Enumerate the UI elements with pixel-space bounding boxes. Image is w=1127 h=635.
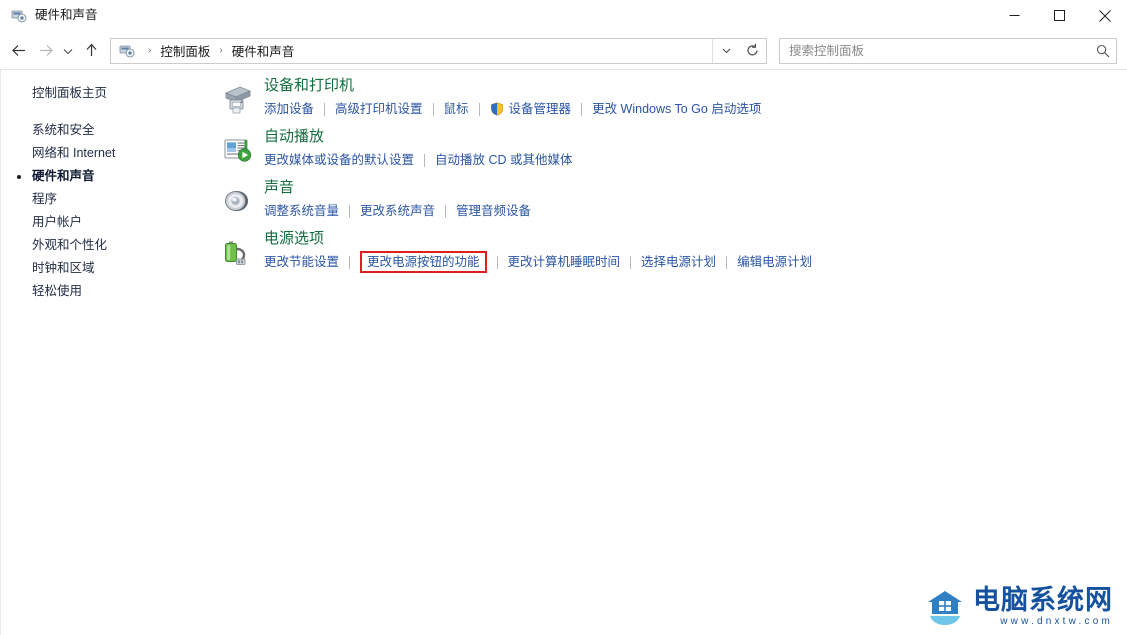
refresh-button[interactable] xyxy=(739,37,767,64)
breadcrumb-item-control-panel[interactable]: 控制面板 xyxy=(158,41,212,60)
link-windows-to-go-startup-options[interactable]: 更改 Windows To Go 启动选项 xyxy=(592,101,761,117)
section-links: 调整系统音量 更改系统声音 管理音频设备 xyxy=(264,201,531,221)
section-body: 设备和打印机 添加设备 高级打印机设置 鼠标 设备管理器 更改 Windows … xyxy=(264,76,761,119)
sound-icon xyxy=(218,182,256,220)
link-separator xyxy=(349,255,351,269)
link-separator xyxy=(496,255,498,269)
watermark-url: www.dnxtw.com xyxy=(1000,616,1113,627)
sidebar-item-control-panel-home[interactable]: 控制面板主页 xyxy=(0,82,205,105)
window-title: 硬件和声音 xyxy=(35,8,98,23)
sidebar-item-label: 外观和个性化 xyxy=(32,238,108,253)
link-choose-power-plan[interactable]: 选择电源计划 xyxy=(641,254,716,270)
link-advanced-printer-settings[interactable]: 高级打印机设置 xyxy=(335,101,423,117)
sidebar-item-programs[interactable]: 程序 xyxy=(0,188,205,211)
section-body: 自动播放 更改媒体或设备的默认设置 自动播放 CD 或其他媒体 xyxy=(264,127,573,170)
link-choose-what-power-buttons-do[interactable]: 更改电源按钮的功能 xyxy=(360,251,487,273)
link-separator xyxy=(324,102,326,116)
link-separator xyxy=(630,255,632,269)
link-change-system-sounds[interactable]: 更改系统声音 xyxy=(360,203,435,219)
sidebar-item-label: 网络和 Internet xyxy=(32,146,116,161)
link-change-default-settings-for-media-or-devices[interactable]: 更改媒体或设备的默认设置 xyxy=(264,152,414,168)
sidebar-item-clock-and-region[interactable]: 时钟和区域 xyxy=(0,257,205,280)
section-links: 更改节能设置 更改电源按钮的功能 更改计算机睡眠时间 选择电源计划 编辑电源计划 xyxy=(264,251,812,273)
section-links: 更改媒体或设备的默认设置 自动播放 CD 或其他媒体 xyxy=(264,150,573,170)
chevron-down-icon[interactable] xyxy=(712,38,739,63)
search-input[interactable] xyxy=(780,42,1090,59)
breadcrumb-separator: › xyxy=(148,44,152,56)
section-body: 电源选项 更改节能设置 更改电源按钮的功能 更改计算机睡眠时间 选择电源计划 编… xyxy=(264,229,812,273)
maximize-button[interactable] xyxy=(1037,0,1082,31)
section-autoplay: 自动播放 更改媒体或设备的默认设置 自动播放 CD 或其他媒体 xyxy=(206,127,1127,170)
link-separator xyxy=(726,255,728,269)
link-separator xyxy=(424,153,426,167)
section-sound: 声音 调整系统音量 更改系统声音 管理音频设备 xyxy=(206,178,1127,221)
sidebar-item-ease-of-access[interactable]: 轻松使用 xyxy=(0,280,205,303)
sidebar-item-label: 用户帐户 xyxy=(32,215,83,230)
power-options-icon xyxy=(218,233,256,271)
section-title[interactable]: 声音 xyxy=(264,178,531,198)
sidebar-item-label: 系统和安全 xyxy=(32,123,95,138)
sidebar-item-label: 硬件和声音 xyxy=(32,169,95,184)
recent-locations-button[interactable] xyxy=(58,38,78,64)
link-add-device[interactable]: 添加设备 xyxy=(264,101,314,117)
section-power-options: 电源选项 更改节能设置 更改电源按钮的功能 更改计算机睡眠时间 选择电源计划 编… xyxy=(206,229,1127,273)
devices-printers-icon xyxy=(218,80,256,118)
current-item-bullet-icon xyxy=(17,174,21,179)
breadcrumb-separator: › xyxy=(219,44,223,56)
main-panel: 设备和打印机 添加设备 高级打印机设置 鼠标 设备管理器 更改 Windows … xyxy=(206,70,1127,635)
link-play-cd-or-other-media-automatically[interactable]: 自动播放 CD 或其他媒体 xyxy=(435,152,573,168)
section-devices-and-printers: 设备和打印机 添加设备 高级打印机设置 鼠标 设备管理器 更改 Windows … xyxy=(206,76,1127,119)
uac-shield-icon xyxy=(490,102,504,116)
sidebar-item-network-and-internet[interactable]: 网络和 Internet xyxy=(0,142,205,165)
sidebar-item-label: 程序 xyxy=(32,192,58,207)
sidebar-item-appearance-and-personalization[interactable]: 外观和个性化 xyxy=(0,234,205,257)
link-change-power-saving-settings[interactable]: 更改节能设置 xyxy=(264,254,339,270)
sidebar-item-system-and-security[interactable]: 系统和安全 xyxy=(0,119,205,142)
content-area: 控制面板主页 系统和安全 网络和 Internet 硬件和声音 程序 用户帐户 … xyxy=(0,70,1127,635)
back-button[interactable] xyxy=(6,38,32,64)
watermark-title: 电脑系统网 xyxy=(973,585,1113,616)
up-button[interactable] xyxy=(78,38,104,64)
link-separator xyxy=(581,102,583,116)
link-manage-audio-devices[interactable]: 管理音频设备 xyxy=(456,203,531,219)
section-title[interactable]: 自动播放 xyxy=(264,127,573,147)
link-separator xyxy=(432,102,434,116)
section-title[interactable]: 电源选项 xyxy=(264,229,812,249)
sidebar-item-user-accounts[interactable]: 用户帐户 xyxy=(0,211,205,234)
link-change-when-computer-sleeps[interactable]: 更改计算机睡眠时间 xyxy=(508,254,621,270)
house-logo-icon xyxy=(925,587,965,627)
sidebar: 控制面板主页 系统和安全 网络和 Internet 硬件和声音 程序 用户帐户 … xyxy=(0,70,206,635)
breadcrumb-item-hardware-and-sound[interactable]: 硬件和声音 xyxy=(230,41,297,60)
close-button[interactable] xyxy=(1082,0,1127,31)
sidebar-item-hardware-and-sound[interactable]: 硬件和声音 xyxy=(0,165,205,188)
breadcrumb[interactable]: › 控制面板 › 硬件和声音 xyxy=(110,37,740,64)
section-body: 声音 调整系统音量 更改系统声音 管理音频设备 xyxy=(264,178,531,221)
watermark-text: 电脑系统网 www.dnxtw.com xyxy=(973,587,1113,627)
address-toolbar: › 控制面板 › 硬件和声音 xyxy=(0,32,1127,70)
link-separator xyxy=(445,204,447,218)
sidebar-item-label: 控制面板主页 xyxy=(32,86,108,101)
breadcrumb-control-panel-icon xyxy=(119,43,135,59)
section-links: 添加设备 高级打印机设置 鼠标 设备管理器 更改 Windows To Go 启… xyxy=(264,99,761,119)
search-box[interactable] xyxy=(779,37,1117,64)
link-separator xyxy=(349,204,351,218)
link-edit-power-plan[interactable]: 编辑电源计划 xyxy=(737,254,812,270)
window-controls xyxy=(992,0,1127,31)
watermark: 电脑系统网 www.dnxtw.com xyxy=(925,587,1113,627)
control-panel-icon xyxy=(11,8,27,24)
link-label: 设备管理器 xyxy=(508,102,572,116)
sidebar-item-label: 轻松使用 xyxy=(32,284,83,299)
section-title[interactable]: 设备和打印机 xyxy=(264,76,761,96)
window-titlebar: 硬件和声音 xyxy=(0,0,1127,32)
autoplay-icon xyxy=(218,131,256,169)
link-device-manager[interactable]: 设备管理器 xyxy=(490,101,572,117)
minimize-button[interactable] xyxy=(992,0,1037,31)
link-adjust-system-volume[interactable]: 调整系统音量 xyxy=(264,203,339,219)
sidebar-item-label: 时钟和区域 xyxy=(32,261,95,276)
link-mouse[interactable]: 鼠标 xyxy=(444,101,469,117)
link-separator xyxy=(478,102,480,116)
forward-button[interactable] xyxy=(32,38,58,64)
search-icon[interactable] xyxy=(1090,39,1116,63)
